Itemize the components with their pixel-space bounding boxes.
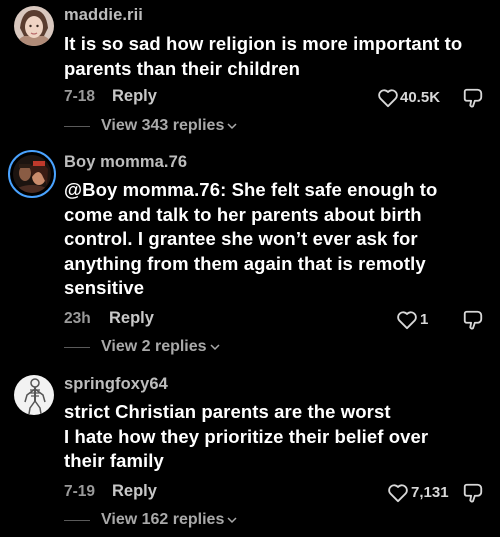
view-replies-button[interactable]: View 162 replies (101, 511, 237, 529)
dislike-icon[interactable] (462, 482, 484, 504)
comment-time: 7-19 (64, 483, 96, 500)
comment-username[interactable]: Boy momma.76 (64, 153, 187, 172)
comment-text-line: their family (64, 450, 164, 471)
replies-divider (64, 520, 90, 521)
view-replies-button[interactable]: View 2 replies (101, 338, 220, 356)
comment-text-line: strict Christian parents are the worst (64, 401, 391, 422)
comment-time: 7-18 (64, 88, 96, 105)
view-replies-label: View 343 replies (101, 117, 225, 134)
chevron-down-icon (210, 344, 220, 350)
like-count: 1 (420, 311, 429, 328)
comment-text-line: anything from them again that is remotly (64, 252, 426, 274)
comment-text-line: come and talk to her parents about birth (64, 203, 422, 225)
comment-text: It is so sad how religion is more import… (64, 32, 484, 81)
comment-text-line: It is so sad how religion is more import… (64, 33, 463, 54)
comment-text: strict Christian parents are the worst I… (64, 400, 484, 474)
comment-text-line: parents than their children (64, 57, 301, 79)
chevron-down-icon (227, 517, 237, 523)
heart-icon[interactable] (387, 483, 409, 503)
heart-icon[interactable] (396, 310, 418, 330)
replies-divider (64, 126, 90, 127)
dislike-icon[interactable] (462, 87, 484, 109)
view-replies-label: View 162 replies (101, 511, 225, 528)
comment-text-line: sensitive (64, 277, 145, 298)
comment-username[interactable]: springfoxy64 (64, 375, 168, 394)
heart-icon[interactable] (377, 88, 399, 108)
avatar[interactable] (13, 155, 51, 193)
like-count: 7,131 (411, 484, 449, 501)
reply-button[interactable]: Reply (112, 482, 157, 501)
reply-button[interactable]: Reply (109, 309, 154, 328)
like-count: 40.5K (400, 89, 441, 106)
replies-divider (64, 347, 90, 348)
comment-text-line: @Boy momma.76: She felt safe enough to (64, 179, 438, 200)
view-replies-button[interactable]: View 343 replies (101, 117, 237, 135)
avatar[interactable] (14, 6, 54, 46)
comment-username[interactable]: maddie.rii (64, 6, 143, 25)
view-replies-label: View 2 replies (101, 338, 207, 355)
comment-text: @Boy momma.76: She felt safe enough to c… (64, 178, 484, 301)
dislike-icon[interactable] (462, 309, 484, 331)
reply-button[interactable]: Reply (112, 87, 157, 106)
comment-text-line: control. I grantee she won’t ever ask fo… (64, 228, 418, 249)
comment-time: 23h (64, 310, 91, 327)
chevron-down-icon (227, 123, 237, 129)
comment-text-line: I hate how they prioritize their belief … (64, 425, 429, 447)
avatar[interactable] (14, 375, 54, 415)
